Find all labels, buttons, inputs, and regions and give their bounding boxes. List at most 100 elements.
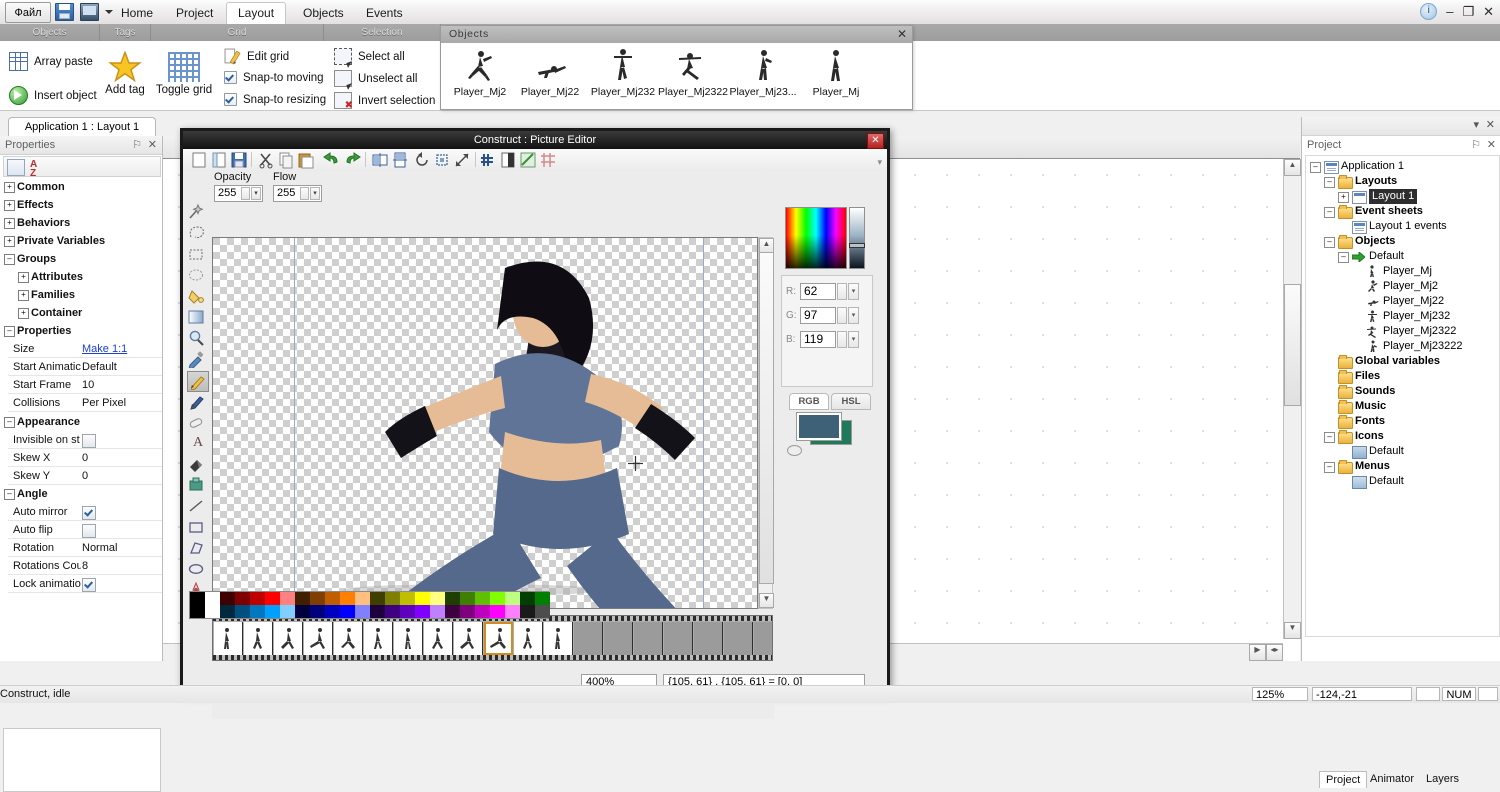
- foreground-color-swatch[interactable]: [796, 412, 842, 441]
- line-icon[interactable]: [187, 497, 209, 518]
- frame-2[interactable]: [274, 622, 303, 655]
- frame-9[interactable]: [484, 622, 513, 655]
- frame-slot-empty[interactable]: [754, 622, 772, 655]
- property-category-families[interactable]: + Families: [0, 286, 162, 304]
- swatch[interactable]: [205, 605, 220, 618]
- swatch[interactable]: [295, 592, 310, 605]
- frame-slot-empty[interactable]: [604, 622, 633, 655]
- property-row-rotations-count[interactable]: Rotations Cou 8: [0, 557, 162, 575]
- ellipse-select-icon[interactable]: [187, 266, 209, 287]
- swatch[interactable]: [310, 592, 325, 605]
- paste-icon[interactable]: [297, 151, 315, 169]
- invisible-on-start-checkbox[interactable]: [82, 434, 96, 448]
- chevron-down-icon[interactable]: ▾: [310, 187, 320, 200]
- bucket-icon[interactable]: [187, 287, 209, 308]
- expander-icon[interactable]: +: [4, 218, 15, 229]
- expander-icon[interactable]: +: [18, 290, 29, 301]
- swatch[interactable]: [445, 605, 460, 618]
- color-palette[interactable]: [189, 591, 550, 619]
- expander-icon[interactable]: –: [4, 254, 15, 265]
- expander-icon[interactable]: –: [1324, 432, 1335, 443]
- expander-icon[interactable]: –: [4, 489, 15, 500]
- flow-stepper[interactable]: 255 ▾: [273, 185, 322, 202]
- frame-11[interactable]: [544, 622, 573, 655]
- scroll-down-button[interactable]: ▼: [759, 593, 774, 608]
- expander-icon[interactable]: –: [1324, 177, 1335, 188]
- rectangle-icon[interactable]: [187, 518, 209, 539]
- property-value[interactable]: Default: [82, 358, 117, 376]
- save-icon[interactable]: [230, 151, 248, 169]
- swatch[interactable]: [250, 592, 265, 605]
- swatch[interactable]: [265, 592, 280, 605]
- property-category-behaviors[interactable]: + Behaviors: [0, 214, 162, 232]
- chevron-down-icon[interactable]: ▾: [251, 187, 261, 200]
- property-row-size[interactable]: Size Make 1:1: [0, 340, 162, 358]
- swatch[interactable]: [520, 605, 535, 618]
- scroll-right-button[interactable]: ▶: [1249, 644, 1266, 661]
- swatch[interactable]: [295, 605, 310, 618]
- swatch[interactable]: [280, 592, 295, 605]
- close-button[interactable]: ✕: [1483, 4, 1494, 20]
- property-row-lock-animation[interactable]: Lock animatior: [0, 575, 162, 593]
- swatch[interactable]: [325, 605, 340, 618]
- frame-slot-empty[interactable]: [694, 622, 723, 655]
- text-icon[interactable]: A: [187, 434, 209, 455]
- swatch[interactable]: [370, 592, 385, 605]
- monitor-icon[interactable]: [80, 3, 99, 21]
- expander-icon[interactable]: –: [1324, 462, 1335, 473]
- chevron-down-icon[interactable]: ▾: [848, 331, 859, 348]
- frame-slot-empty[interactable]: [634, 622, 663, 655]
- property-value[interactable]: Normal: [82, 539, 117, 557]
- lock-animation-checkbox[interactable]: [82, 578, 96, 592]
- new-icon[interactable]: [190, 151, 208, 169]
- swap-colors-icon[interactable]: [787, 445, 802, 456]
- toolbar-overflow-icon[interactable]: ▾: [877, 157, 882, 168]
- hue-saturation-square[interactable]: [785, 207, 847, 269]
- frame-slot-empty[interactable]: [724, 622, 753, 655]
- swatch[interactable]: [475, 592, 490, 605]
- expander-icon[interactable]: +: [18, 308, 29, 319]
- swatch[interactable]: [190, 605, 205, 618]
- swatch[interactable]: [385, 605, 400, 618]
- swatch[interactable]: [325, 592, 340, 605]
- swatch[interactable]: [190, 592, 205, 605]
- expander-icon[interactable]: +: [1338, 192, 1349, 203]
- alphabetical-sort-icon[interactable]: AZ: [30, 159, 46, 179]
- property-row-start-frame[interactable]: Start Frame 10: [0, 376, 162, 394]
- property-value[interactable]: Per Pixel: [82, 394, 126, 412]
- swatch[interactable]: [370, 605, 385, 618]
- expander-icon[interactable]: +: [4, 182, 15, 193]
- minimize-button[interactable]: –: [1446, 4, 1453, 20]
- scroll-up-button[interactable]: ▲: [1284, 159, 1301, 176]
- snap-to-moving-checkbox[interactable]: [224, 71, 237, 84]
- auto-flip-checkbox[interactable]: [82, 524, 96, 538]
- snap-to-resizing-checkbox[interactable]: [224, 93, 237, 106]
- tile-icon[interactable]: [479, 151, 497, 169]
- swatch[interactable]: [400, 605, 415, 618]
- eraser-icon[interactable]: [187, 413, 209, 434]
- property-value[interactable]: 0: [82, 449, 88, 467]
- copy-icon[interactable]: [277, 151, 295, 169]
- ellipse-icon[interactable]: [187, 560, 209, 581]
- swatch[interactable]: [505, 605, 520, 618]
- frame-6[interactable]: [394, 622, 423, 655]
- property-row-auto-mirror[interactable]: Auto mirror: [0, 503, 162, 521]
- magic-wand-icon[interactable]: [187, 203, 209, 224]
- swatch[interactable]: [220, 592, 235, 605]
- pencil-icon[interactable]: [187, 371, 209, 392]
- property-category-angle[interactable]: – Angle: [0, 485, 162, 503]
- blue-input[interactable]: 119: [800, 331, 836, 348]
- property-category-common[interactable]: + Common: [0, 178, 162, 196]
- rotate-icon[interactable]: [413, 151, 431, 169]
- frame-4[interactable]: [334, 622, 363, 655]
- scroll-down-button[interactable]: ▼: [1284, 622, 1301, 639]
- frame-slot-empty[interactable]: [664, 622, 693, 655]
- auto-mirror-checkbox[interactable]: [82, 506, 96, 520]
- expander-icon[interactable]: –: [4, 417, 15, 428]
- close-icon[interactable]: ✕: [148, 138, 157, 151]
- property-category-container[interactable]: + Container: [0, 304, 162, 322]
- spinner-arrows-icon[interactable]: [837, 331, 847, 348]
- document-tab[interactable]: Application 1 : Layout 1: [8, 117, 156, 136]
- property-row-auto-flip[interactable]: Auto flip: [0, 521, 162, 539]
- object-item-3[interactable]: Player_Mj2322: [656, 48, 730, 98]
